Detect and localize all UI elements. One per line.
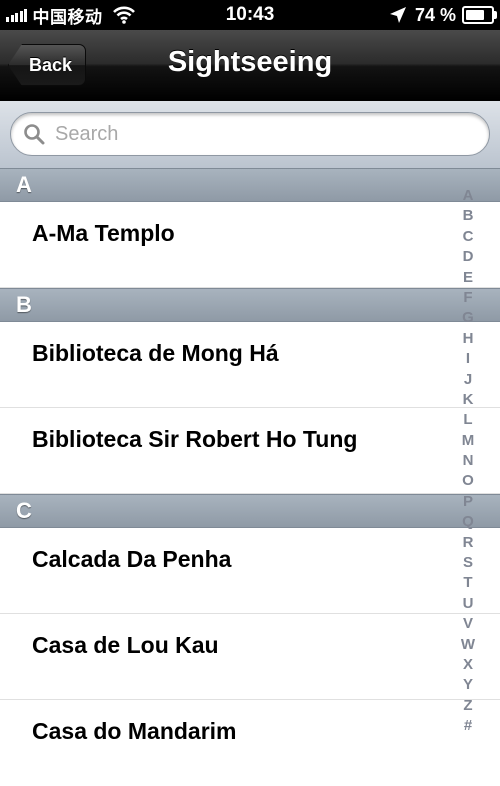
- index-letter[interactable]: K: [463, 390, 474, 410]
- index-letter[interactable]: #: [464, 716, 472, 736]
- index-letter[interactable]: O: [462, 471, 474, 491]
- battery-fill: [466, 10, 484, 20]
- index-letter[interactable]: X: [463, 655, 473, 675]
- list-item[interactable]: Biblioteca de Mong Há: [0, 322, 500, 408]
- index-letter[interactable]: L: [463, 410, 472, 430]
- list-item[interactable]: Calcada Da Penha: [0, 528, 500, 614]
- battery-percent: 74 %: [414, 4, 456, 25]
- index-letter[interactable]: Q: [462, 512, 474, 532]
- sightseeing-list: A A-Ma Templo B Biblioteca de Mong Há Bi…: [0, 168, 500, 786]
- section-index[interactable]: A B C D E F G H I J K L M N O P Q R S T …: [458, 186, 478, 737]
- page-title: Sightseeing: [167, 46, 333, 78]
- index-letter[interactable]: F: [463, 288, 472, 308]
- section-header-a: A: [0, 168, 500, 202]
- search-field[interactable]: [10, 112, 490, 156]
- index-letter[interactable]: B: [463, 206, 474, 226]
- index-letter[interactable]: P: [463, 492, 473, 512]
- index-letter[interactable]: N: [463, 451, 474, 471]
- index-letter[interactable]: R: [463, 533, 474, 553]
- index-letter[interactable]: G: [462, 308, 474, 328]
- list-item[interactable]: Casa do Mandarim: [0, 700, 500, 786]
- index-letter[interactable]: W: [461, 635, 475, 655]
- index-letter[interactable]: S: [463, 553, 473, 573]
- list-item[interactable]: A-Ma Templo: [0, 202, 500, 288]
- index-letter[interactable]: M: [462, 431, 475, 451]
- index-letter[interactable]: J: [464, 370, 472, 390]
- back-button[interactable]: Back: [8, 44, 86, 86]
- list-item[interactable]: Biblioteca Sir Robert Ho Tung: [0, 408, 500, 494]
- status-right: 74 %: [389, 4, 497, 26]
- list-item[interactable]: Casa de Lou Kau: [0, 614, 500, 700]
- index-letter[interactable]: T: [463, 573, 472, 593]
- status-bar: 中国移动 10:43 74 %: [0, 0, 500, 30]
- battery-icon: [462, 6, 497, 24]
- index-letter[interactable]: I: [466, 349, 470, 369]
- section-header-c: C: [0, 494, 500, 528]
- index-letter[interactable]: Z: [463, 696, 472, 716]
- index-letter[interactable]: H: [463, 329, 474, 349]
- navigation-bar: Back Sightseeing: [0, 30, 500, 101]
- index-letter[interactable]: Y: [463, 675, 473, 695]
- index-letter[interactable]: V: [463, 614, 473, 634]
- index-letter[interactable]: A: [463, 186, 474, 206]
- index-letter[interactable]: U: [463, 594, 474, 614]
- index-letter[interactable]: E: [463, 268, 473, 288]
- search-bar: [0, 101, 500, 169]
- section-header-b: B: [0, 288, 500, 322]
- location-arrow-icon: [389, 7, 406, 23]
- search-input[interactable]: [53, 121, 457, 147]
- index-letter[interactable]: C: [463, 227, 474, 247]
- index-letter[interactable]: D: [463, 247, 474, 267]
- search-icon: [24, 124, 45, 145]
